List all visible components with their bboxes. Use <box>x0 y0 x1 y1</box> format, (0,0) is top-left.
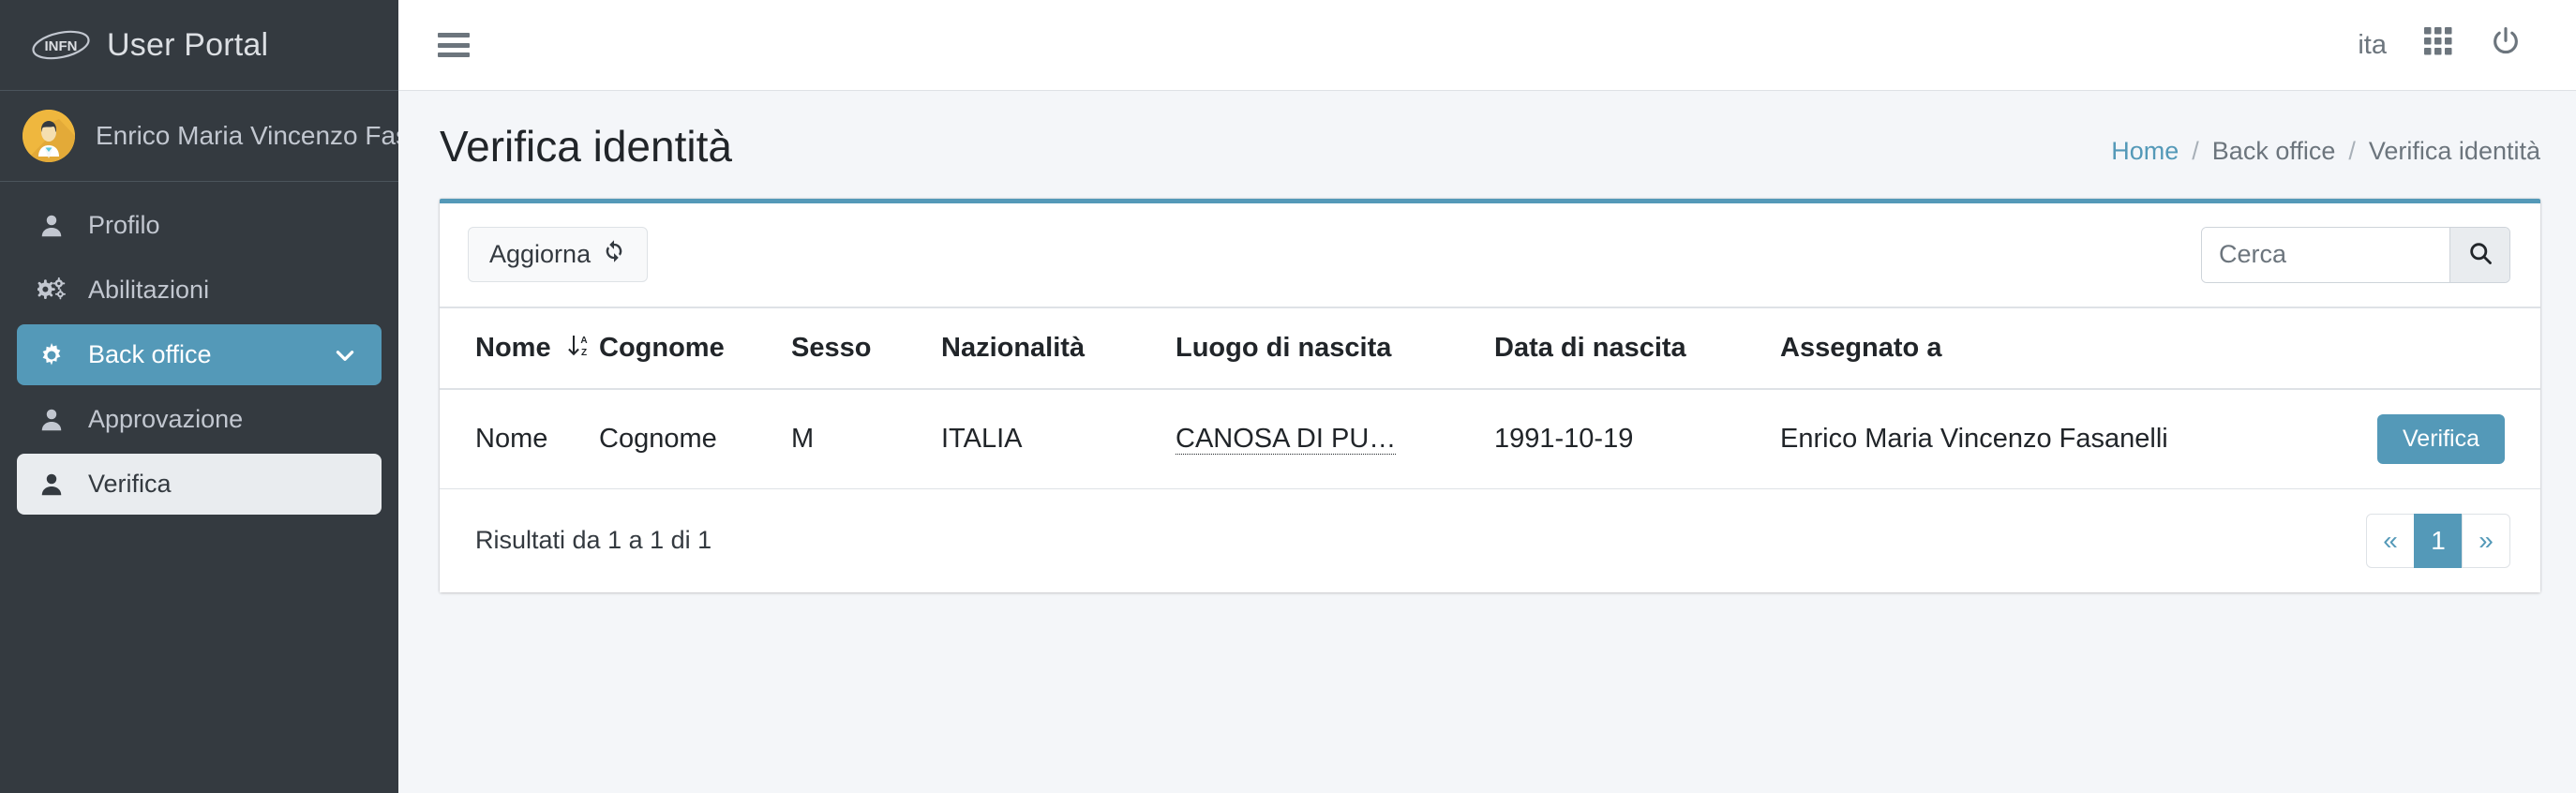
avatar <box>22 110 75 162</box>
breadcrumb: Home / Back office / Verifica identità <box>2111 127 2540 166</box>
pagination-prev[interactable]: « <box>2366 513 2415 568</box>
column-header-sesso[interactable]: Sesso <box>791 306 941 390</box>
column-label: Nazionalità <box>941 332 1086 363</box>
column-header-nazionalita[interactable]: Nazionalità <box>941 306 1176 390</box>
hamburger-bar <box>438 33 470 37</box>
apps-button[interactable] <box>2405 17 2471 73</box>
column-header-assegnato-a[interactable]: Assegnato a <box>1780 306 2334 390</box>
search-input[interactable] <box>2202 227 2449 282</box>
user-icon <box>37 212 75 240</box>
verifica-table: Nome A Z Cognome Sesso Nazionalità Luogo… <box>440 306 2540 489</box>
pagination-next[interactable]: » <box>2462 513 2510 568</box>
svg-text:INFN: INFN <box>45 38 78 54</box>
power-icon <box>2490 25 2522 65</box>
user-panel[interactable]: Enrico Maria Vincenzo Fasanelli <box>0 91 398 182</box>
topbar: ita <box>398 0 2576 91</box>
refresh-button[interactable]: Aggiorna <box>468 227 649 283</box>
table-head: Nome A Z Cognome Sesso Nazionalità Luogo… <box>440 306 2540 390</box>
search-button[interactable] <box>2449 227 2509 282</box>
cell-luogo-di-nascita: CANOSA DI PU… <box>1176 388 1494 489</box>
card-header: Aggiorna <box>440 203 2540 307</box>
results-summary: Risultati da 1 a 1 di 1 <box>475 526 712 555</box>
column-label: Cognome <box>599 332 725 363</box>
search-icon <box>2467 240 2494 269</box>
sidebar-item-label: Approvazione <box>88 405 244 433</box>
sidebar-item-label: Back office <box>88 340 212 368</box>
main-content: ita Verifica identità Home / Back office… <box>398 0 2576 793</box>
breadcrumb-home[interactable]: Home <box>2111 137 2179 166</box>
breadcrumb-current: Verifica identità <box>2368 136 2540 165</box>
sync-icon <box>602 239 626 270</box>
hamburger-icon[interactable] <box>438 33 470 57</box>
cell-sesso: M <box>791 388 941 489</box>
sidebar-item-label: Abilitazioni <box>88 276 210 304</box>
column-label: Data di nascita <box>1494 332 1686 363</box>
cell-data-di-nascita: 1991-10-19 <box>1494 388 1780 489</box>
page-title: Verifica identità <box>440 122 732 171</box>
user-icon <box>37 406 75 434</box>
breadcrumb-separator: / <box>2348 136 2356 165</box>
sidebar-item-profilo[interactable]: Profilo <box>17 195 382 256</box>
cell-nome: Nome <box>440 388 599 489</box>
column-label: Assegnato a <box>1780 332 1942 363</box>
chevron-down-icon <box>333 343 357 367</box>
user-icon <box>37 471 75 499</box>
column-label: Nome <box>475 332 551 363</box>
pagination-page-1[interactable]: 1 <box>2414 513 2463 568</box>
gear-icon <box>37 341 75 369</box>
breadcrumb-separator: / <box>2192 136 2199 165</box>
brand-title: User Portal <box>107 26 269 63</box>
page-header: Verifica identità Home / Back office / V… <box>398 91 2576 199</box>
sort-alpha-down-icon: A Z <box>566 333 591 359</box>
hamburger-bar <box>438 52 470 57</box>
grid-apps-icon <box>2424 27 2452 63</box>
column-header-actions <box>2334 306 2540 390</box>
search-group <box>2201 226 2510 283</box>
table-header-row: Nome A Z Cognome Sesso Nazionalità Luogo… <box>440 306 2540 390</box>
svg-text:Z: Z <box>581 348 587 358</box>
column-header-cognome[interactable]: Cognome <box>599 306 791 390</box>
column-header-luogo-di-nascita[interactable]: Luogo di nascita <box>1176 306 1494 390</box>
verifica-identita-card: Aggiorna Cerca Nome A Z Cognome Sesso Na… <box>440 198 2540 592</box>
refresh-label: Aggiorna <box>489 240 592 269</box>
svg-text:A: A <box>580 336 587 346</box>
logout-button[interactable] <box>2471 17 2540 73</box>
column-label: Sesso <box>791 332 872 363</box>
cell-action: Verifica <box>2334 388 2540 489</box>
column-header-data-di-nascita[interactable]: Data di nascita <box>1494 306 1780 390</box>
app-root: INFN User Portal Enrico Maria Vincenzo F… <box>0 0 2576 793</box>
card-wrapper: Aggiorna Cerca Nome A Z Cognome Sesso Na… <box>398 198 2576 592</box>
sidebar-item-verifica[interactable]: Verifica <box>17 454 382 515</box>
cell-cognome: Cognome <box>599 388 791 489</box>
verifica-button[interactable]: Verifica <box>2377 413 2505 464</box>
sidebar-nav: Profilo Abilitazioni Back office Approva… <box>0 182 398 518</box>
user-name: Enrico Maria Vincenzo Fasanelli <box>96 121 398 150</box>
table-body: Nome Cognome M ITALIA CANOSA DI PU… 1991… <box>440 388 2540 489</box>
gears-icon <box>37 277 75 305</box>
language-label: ita <box>2358 29 2387 60</box>
column-label: Luogo di nascita <box>1176 332 1392 363</box>
sidebar: INFN User Portal Enrico Maria Vincenzo F… <box>0 0 398 793</box>
language-switcher[interactable]: ita <box>2339 17 2405 73</box>
sidebar-item-back-office[interactable]: Back office <box>17 324 382 385</box>
sidebar-item-label: Verifica <box>88 470 172 498</box>
sidebar-item-abilitazioni[interactable]: Abilitazioni <box>17 260 382 321</box>
card-footer: Risultati da 1 a 1 di 1 « 1 » <box>440 488 2540 592</box>
pagination: « 1 » <box>2366 513 2510 568</box>
sidebar-item-label: Profilo <box>88 211 160 239</box>
brand-header[interactable]: INFN User Portal <box>0 0 398 91</box>
table-row: Nome Cognome M ITALIA CANOSA DI PU… 1991… <box>440 388 2540 489</box>
sidebar-item-approvazione[interactable]: Approvazione <box>17 389 382 450</box>
truncated-text[interactable]: CANOSA DI PU… <box>1176 423 1397 455</box>
cell-nazionalita: ITALIA <box>941 388 1176 489</box>
breadcrumb-section[interactable]: Back office <box>2212 137 2336 166</box>
hamburger-bar <box>438 42 470 48</box>
column-header-nome[interactable]: Nome A Z <box>440 306 599 390</box>
cell-assegnato-a: Enrico Maria Vincenzo Fasanelli <box>1780 388 2334 489</box>
infn-logo-icon: INFN <box>30 26 92 64</box>
